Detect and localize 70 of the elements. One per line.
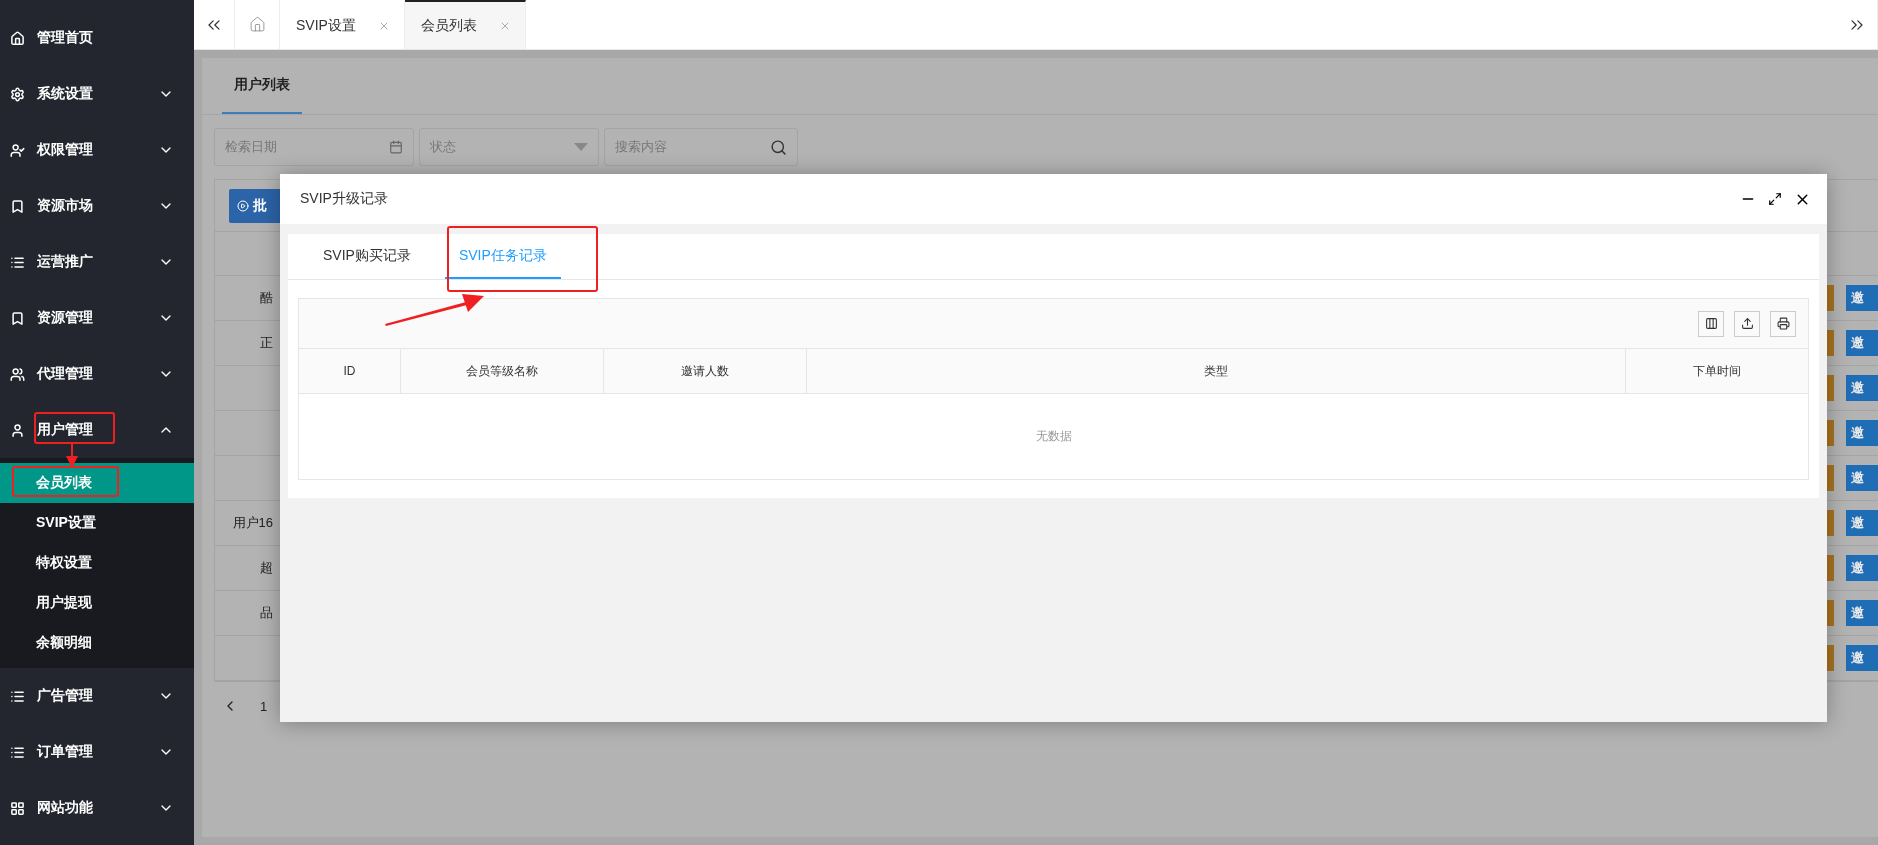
column-header: 类型 bbox=[806, 349, 1625, 393]
menu-item-icon bbox=[10, 688, 25, 704]
invite-button[interactable]: 邀 bbox=[1846, 375, 1878, 401]
submenu-item[interactable]: 余额明细 bbox=[0, 623, 194, 663]
page-tab[interactable]: 会员列表 bbox=[404, 0, 526, 49]
invite-button[interactable]: 邀 bbox=[1846, 555, 1878, 581]
home-icon[interactable] bbox=[248, 16, 266, 33]
submenu-item[interactable]: 特权设置 bbox=[0, 543, 194, 583]
menu-item-icon bbox=[10, 142, 25, 158]
sidebar-item[interactable]: 资源管理 bbox=[0, 290, 194, 346]
caret-icon bbox=[574, 143, 588, 151]
submenu-item[interactable]: 用户提现 bbox=[0, 583, 194, 623]
member-name-cell-text: 酷 bbox=[259, 289, 273, 307]
member-name-cell-text: 品 bbox=[259, 604, 273, 622]
dialog-title: SVIP升级记录 bbox=[300, 190, 389, 208]
menu-item-icon bbox=[10, 366, 25, 382]
invite-button[interactable]: 邀 bbox=[1846, 420, 1878, 446]
menu-item-icon bbox=[10, 254, 25, 270]
submenu-item[interactable]: SVIP设置 bbox=[0, 503, 194, 543]
sidebar-item[interactable]: 代理管理 bbox=[0, 346, 194, 402]
page-tab-label: 会员列表 bbox=[420, 16, 477, 35]
page-tab-label: SVIP设置 bbox=[296, 16, 356, 35]
invite-button[interactable]: 邀 bbox=[1846, 600, 1878, 626]
column-header: 会员等级名称 bbox=[400, 349, 603, 393]
submenu-item[interactable]: 会员列表 bbox=[0, 463, 194, 503]
date-placeholder: 检索日期 bbox=[225, 138, 277, 156]
sidebar-item[interactable]: 系统设置 bbox=[0, 66, 194, 122]
invite-button[interactable]: 邀 bbox=[1846, 465, 1878, 491]
sidebar-item[interactable]: 用户管理 bbox=[0, 402, 194, 458]
menu-item-icon bbox=[10, 422, 25, 438]
menu-item-icon bbox=[10, 198, 25, 214]
member-name-cell-text: 超 bbox=[259, 559, 273, 577]
member-name-cell-text: 用户16 bbox=[231, 514, 273, 532]
page-number[interactable]: 1 bbox=[260, 698, 268, 714]
print-button[interactable] bbox=[1770, 310, 1796, 337]
menu-item-icon bbox=[10, 30, 25, 46]
menu-item-icon bbox=[10, 86, 25, 102]
sidebar-item[interactable]: 运营推广 bbox=[0, 234, 194, 290]
export-icon bbox=[1740, 317, 1754, 330]
sidebar-item[interactable]: 资源市场 bbox=[0, 178, 194, 234]
sidebar-item[interactable]: 订单管理 bbox=[0, 724, 194, 780]
menu-item-icon bbox=[10, 310, 25, 326]
column-header: ID bbox=[342, 363, 357, 380]
print-icon bbox=[1776, 317, 1790, 330]
play-icon bbox=[237, 199, 249, 212]
empty-message: 无数据 bbox=[1035, 428, 1072, 445]
sidebar-item[interactable]: 网站功能 bbox=[0, 780, 194, 836]
search-icon bbox=[770, 138, 787, 156]
sidebar-item[interactable]: 广告管理 bbox=[0, 668, 194, 724]
sidebar-item[interactable]: 权限管理 bbox=[0, 122, 194, 178]
search-placeholder: 搜索内容 bbox=[615, 138, 667, 156]
invite-button[interactable]: 邀 bbox=[1846, 510, 1878, 536]
maximize-icon[interactable] bbox=[1768, 192, 1782, 206]
member-name-cell-text: 正 bbox=[259, 334, 273, 352]
column-header: 下单时间 bbox=[1625, 349, 1808, 393]
sidebar-item[interactable]: 管理首页 bbox=[0, 10, 194, 66]
export-button[interactable] bbox=[1734, 310, 1760, 337]
list-tab[interactable]: 用户列表 bbox=[222, 58, 302, 114]
columns-button[interactable] bbox=[1698, 310, 1724, 337]
dialog-tab[interactable]: SVIP购买记录 bbox=[309, 234, 425, 279]
calendar-icon bbox=[389, 140, 403, 154]
annotation-arrow bbox=[66, 444, 78, 468]
invite-button[interactable]: 邀 bbox=[1846, 285, 1878, 311]
status-placeholder: 状态 bbox=[430, 138, 456, 156]
menu-item-icon bbox=[10, 800, 25, 816]
columns-icon bbox=[1704, 317, 1718, 330]
column-header: 邀请人数 bbox=[603, 349, 806, 393]
menu-item-icon bbox=[10, 744, 25, 760]
invite-button[interactable]: 邀 bbox=[1846, 645, 1878, 671]
invite-button[interactable]: 邀 bbox=[1846, 330, 1878, 356]
